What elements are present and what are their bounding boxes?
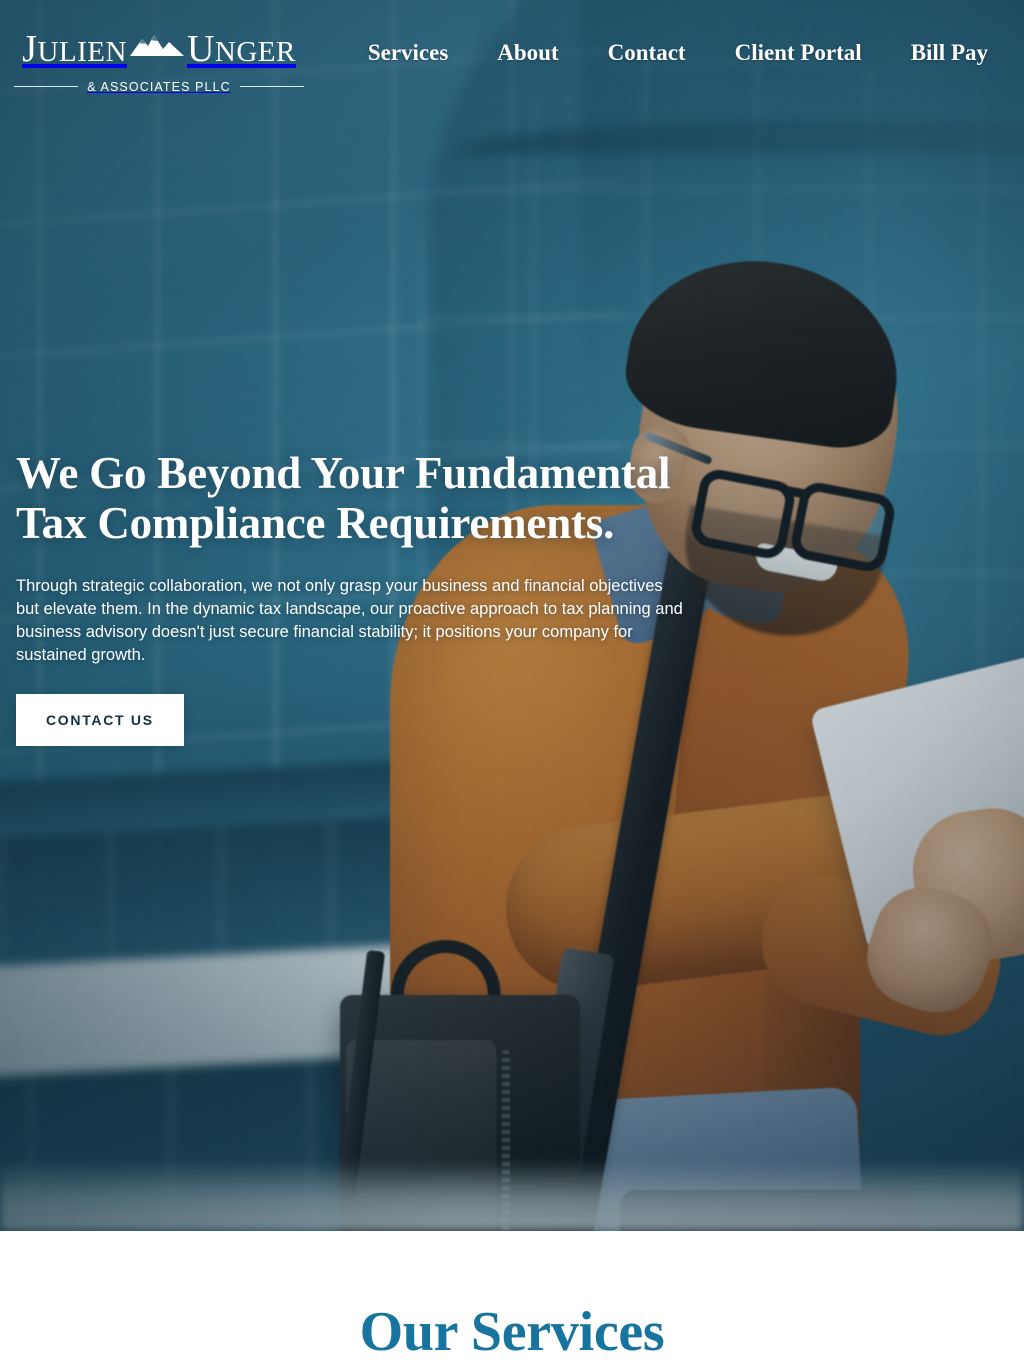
nav-item-about[interactable]: About: [497, 40, 558, 66]
nav-item-bill-pay[interactable]: Bill Pay: [911, 40, 988, 66]
hero-headline: We Go Beyond Your Fundamental Tax Compli…: [16, 448, 671, 548]
logo-wordmark: Julien Unger: [22, 16, 296, 71]
main-navigation: Services About Contact Client Portal Bil…: [304, 40, 988, 70]
hero-section: Julien Unger & ASSOCIATES PLLC Services: [0, 0, 1024, 1231]
nav-item-client-portal[interactable]: Client Portal: [735, 40, 862, 66]
logo-word-first: Julien: [22, 12, 127, 74]
services-section: Our Services: [0, 1231, 1024, 1366]
ground-plane: [0, 1161, 1024, 1231]
hero-description: Through strategic collaboration, we not …: [16, 577, 683, 664]
nav-item-services[interactable]: Services: [368, 40, 448, 66]
logo-rule-left: [14, 86, 79, 88]
site-header: Julien Unger & ASSOCIATES PLLC Services: [0, 0, 1024, 110]
contact-us-button[interactable]: CONTACT US: [16, 694, 184, 746]
hero-content: We Go Beyond Your Fundamental Tax Compli…: [16, 448, 706, 746]
site-logo[interactable]: Julien Unger & ASSOCIATES PLLC: [14, 16, 304, 94]
logo-word-second: Unger: [186, 12, 296, 74]
logo-rule-right: [239, 86, 304, 88]
mountain-range-icon: [129, 34, 184, 56]
page-root: Julien Unger & ASSOCIATES PLLC Services: [0, 0, 1024, 1366]
services-heading: Our Services: [359, 1301, 665, 1363]
nav-item-contact[interactable]: Contact: [608, 40, 686, 66]
logo-tagline-row: & ASSOCIATES PLLC: [14, 80, 304, 94]
logo-tagline: & ASSOCIATES PLLC: [87, 79, 231, 94]
